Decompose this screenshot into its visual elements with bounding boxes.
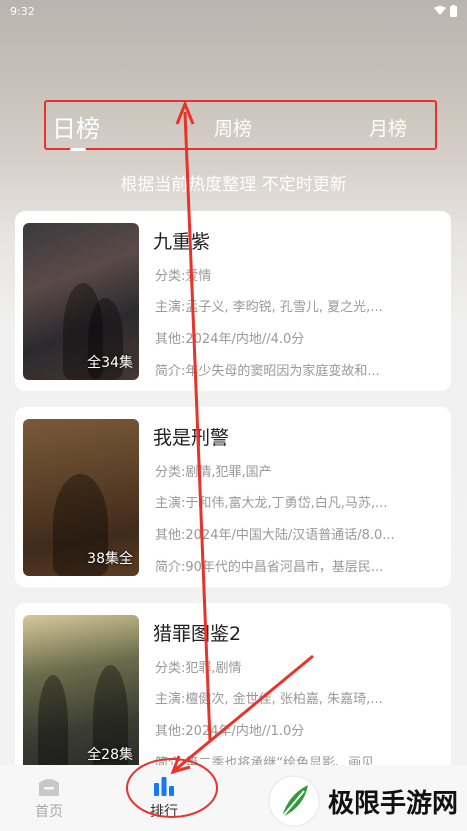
wifi-icon <box>434 6 446 15</box>
other-row: 其他:2024年/内地//1.0分 <box>155 724 305 739</box>
poster-image: 38集全 <box>23 419 139 576</box>
drama-card[interactable]: 全34集 九重紫 分类:爱情 主演:孟子义, 李昀锐, 孔雪儿, 夏之光,...… <box>15 211 451 391</box>
cast-row: 主演:檀健次, 金世佳, 张柏嘉, 朱嘉琦,... <box>155 692 383 707</box>
tab-daily-label: 日榜 <box>52 115 100 143</box>
episode-count: 全34集 <box>87 355 133 371</box>
tab-weekly[interactable]: 周榜 <box>214 114 252 141</box>
drama-title: 我是刑警 <box>153 427 230 449</box>
status-time: 9:32 <box>10 4 35 18</box>
genre-row: 分类:爱情 <box>155 269 212 284</box>
intro-row: 简介:年少失母的窦昭因为家庭变故和... <box>155 364 380 379</box>
drama-title: 九重紫 <box>153 231 211 253</box>
episode-count: 全28集 <box>87 747 133 763</box>
battery-icon <box>450 5 457 17</box>
tab-active-indicator <box>70 148 86 151</box>
poster-image: 全34集 <box>23 223 139 380</box>
drama-title: 猎罪图鉴2 <box>153 623 242 645</box>
nav-home-label: 首页 <box>35 804 63 820</box>
drama-card[interactable]: 全28集 猎罪图鉴2 分类:犯罪,剧情 主演:檀健次, 金世佳, 张柏嘉, 朱嘉… <box>15 603 451 783</box>
tab-monthly[interactable]: 月榜 <box>369 114 407 141</box>
watermark-text: 极限手游网 <box>328 788 459 819</box>
episode-count: 38集全 <box>87 551 133 567</box>
intro-row: 简介:90年代的中昌省河昌市，基层民... <box>155 560 384 575</box>
home-icon <box>39 779 59 796</box>
tab-daily[interactable]: 日榜 <box>52 109 100 151</box>
drama-card[interactable]: 38集全 我是刑警 分类:剧情,犯罪,国产 主演:于和伟,富大龙,丁勇岱,白凡,… <box>15 407 451 587</box>
nav-home[interactable]: 首页 <box>35 773 63 821</box>
ranking-tabs: 日榜 周榜 月榜 <box>44 100 437 151</box>
other-row: 其他:2024年/内地//4.0分 <box>155 332 305 347</box>
annotation-ellipse <box>126 758 218 818</box>
cast-row: 主演:于和伟,富大龙,丁勇岱,白凡,马苏,... <box>155 496 388 511</box>
ranking-subtitle: 根据当前热度整理 不定时更新 <box>120 175 347 195</box>
status-bar: 9:32 <box>0 0 467 22</box>
status-icons <box>434 5 457 17</box>
cast-row: 主演:孟子义, 李昀锐, 孔雪儿, 夏之光,... <box>155 300 383 315</box>
other-row: 其他:2024年/中国大陆/汉语普通话/8.0... <box>155 528 395 543</box>
genre-row: 分类:剧情,犯罪,国产 <box>155 465 272 480</box>
leaf-logo-icon <box>268 775 320 827</box>
poster-image: 全28集 <box>23 615 139 772</box>
genre-row: 分类:犯罪,剧情 <box>155 661 242 676</box>
watermark: 极限手游网 <box>268 775 458 827</box>
